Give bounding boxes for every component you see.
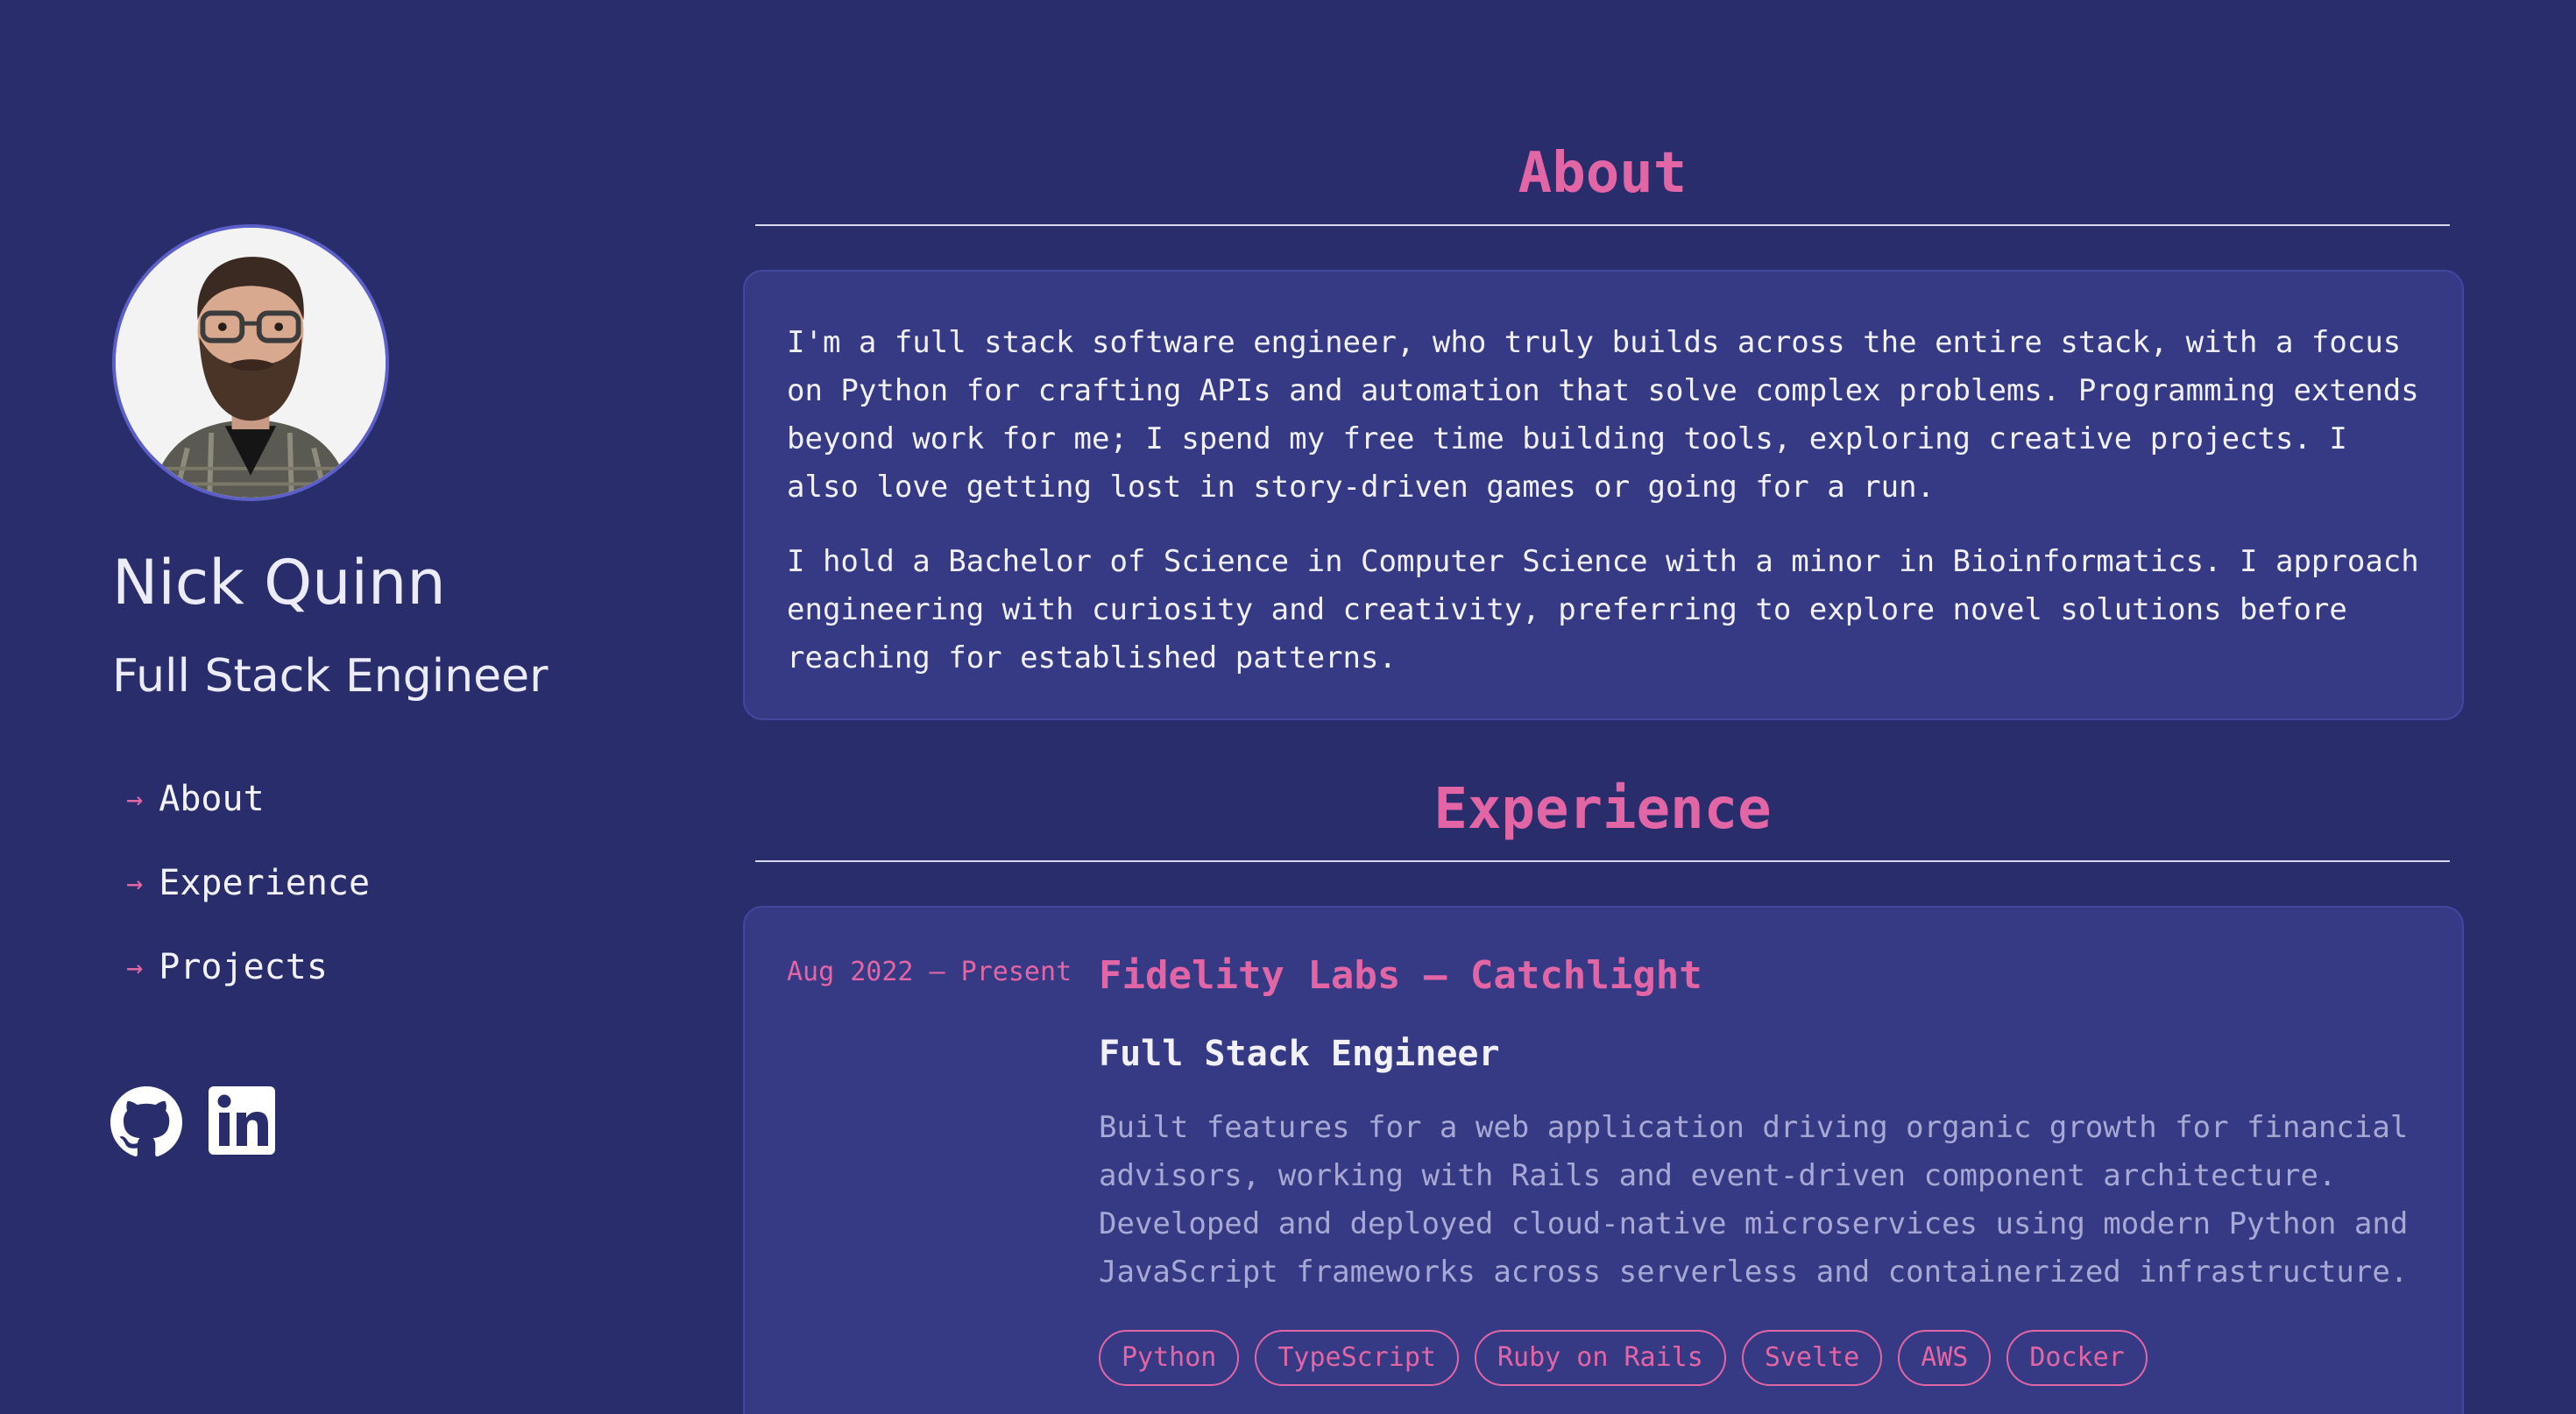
- nav-item-label: Projects: [159, 947, 328, 987]
- profile-role: Full Stack Engineer: [112, 650, 548, 703]
- arrow-right-icon: →: [126, 782, 144, 816]
- about-paragraph: I hold a Bachelor of Science in Computer…: [787, 544, 2419, 675]
- sidebar-nav: → About → Experience → Projects: [126, 774, 370, 1027]
- about-divider: [755, 224, 2450, 226]
- experience-divider: [755, 860, 2450, 862]
- experience-company[interactable]: Fidelity Labs – Catchlight: [1099, 951, 1702, 1000]
- experience-card: Aug 2022 – Present Fidelity Labs – Catch…: [743, 906, 2464, 1414]
- nav-item-label: Experience: [159, 863, 371, 903]
- linkedin-icon[interactable]: [209, 1086, 280, 1158]
- portfolio-page: Nick Quinn Full Stack Engineer → About →…: [0, 0, 2576, 1414]
- about-paragraph: I'm a full stack software engineer, who …: [787, 325, 2419, 505]
- experience-description: Built features for a web application dri…: [1099, 1110, 2409, 1290]
- tech-tags: Python TypeScript Ruby on Rails Svelte A…: [1099, 1330, 2148, 1386]
- profile-name: Nick Quinn: [112, 547, 446, 619]
- tech-tag: TypeScript: [1255, 1330, 1459, 1386]
- nav-item-about[interactable]: → About: [126, 774, 370, 859]
- arrow-right-icon: →: [126, 951, 144, 984]
- github-icon[interactable]: [110, 1086, 182, 1158]
- experience-title: Experience: [1433, 777, 1772, 842]
- experience-dates: Aug 2022 – Present: [787, 957, 1072, 987]
- sidebar: Nick Quinn Full Stack Engineer → About →…: [0, 0, 718, 1414]
- tech-tag: Docker: [2006, 1330, 2148, 1386]
- tech-tag: Svelte: [1741, 1330, 1883, 1386]
- nav-item-projects[interactable]: → Projects: [126, 943, 370, 1027]
- nav-item-experience[interactable]: → Experience: [126, 859, 370, 943]
- arrow-right-icon: →: [126, 866, 144, 900]
- tech-tag: AWS: [1898, 1330, 1992, 1386]
- tech-tag: Ruby on Rails: [1475, 1330, 1726, 1386]
- about-card: I'm a full stack software engineer, who …: [743, 270, 2464, 720]
- avatar: [112, 224, 389, 501]
- about-title: About: [1518, 141, 1688, 206]
- experience-job-title: Full Stack Engineer: [1099, 1034, 1500, 1074]
- nav-item-label: About: [159, 779, 265, 819]
- social-links: [110, 1086, 280, 1158]
- tech-tag: Python: [1099, 1330, 1240, 1386]
